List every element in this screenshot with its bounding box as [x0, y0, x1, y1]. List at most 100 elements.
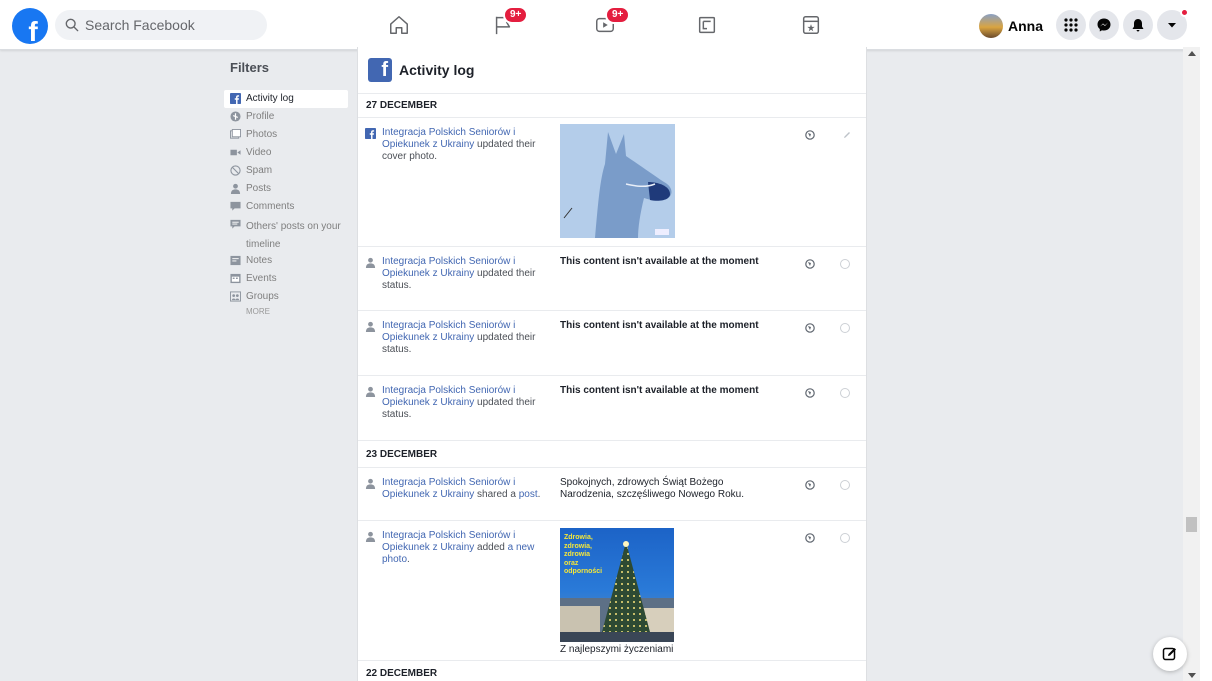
filter-label: Notes [246, 255, 273, 266]
photo-caption: Z najlepszymi życzeniami [560, 644, 674, 655]
activity-description: Integracja Polskich Seniorów i Opiekunek… [382, 477, 552, 501]
activity-content: This content isn't available at the mome… [560, 320, 759, 331]
filters-more-link[interactable]: MORE [246, 307, 348, 316]
globe-icon[interactable] [805, 533, 815, 543]
filter-profile[interactable]: Profile [224, 108, 348, 126]
activity-description: Integracja Polskich Seniorów i Opiekunek… [382, 385, 552, 421]
search-box[interactable] [55, 10, 267, 40]
watch-tab[interactable]: 9+ [589, 6, 631, 40]
new-message-button[interactable] [1153, 637, 1187, 671]
filter-photos[interactable]: Photos [224, 126, 348, 144]
activity-content: This content isn't available at the mome… [560, 256, 759, 267]
list-item: Integracja Polskich Seniorów i Opiekunek… [358, 376, 866, 441]
filter-label: Video [246, 147, 272, 158]
filter-label: Activity log [246, 93, 294, 104]
notifications-button[interactable] [1123, 10, 1153, 40]
photos-icon [230, 129, 241, 139]
chevron-down-icon [1168, 23, 1176, 28]
action-text: shared a [477, 489, 516, 500]
list-item: Integracja Polskich Seniorów i Opiekunek… [358, 118, 866, 247]
globe-icon[interactable] [805, 259, 815, 269]
action-end: . [537, 489, 541, 500]
facebook-logo[interactable]: f [12, 8, 48, 44]
select-radio[interactable] [840, 259, 850, 269]
window-scrollbar[interactable] [1200, 0, 1212, 681]
notification-dot [1180, 8, 1189, 17]
user-icon [365, 321, 376, 332]
page-scrollbar[interactable] [1183, 47, 1200, 681]
gaming-icon [802, 16, 820, 34]
filter-label: Posts [246, 183, 272, 194]
menu-button[interactable] [1056, 10, 1086, 40]
search-input[interactable] [85, 17, 255, 33]
date-header: 22 DECEMBER [358, 661, 866, 681]
globe-icon[interactable] [805, 323, 815, 333]
filter-posts[interactable]: Posts [224, 180, 348, 198]
list-item: Integracja Polskich Seniorów i Opiekunek… [358, 311, 866, 376]
filter-comments[interactable]: Comments [224, 198, 348, 216]
filter-video[interactable]: Video [224, 144, 348, 162]
christmas-tree-photo[interactable]: Zdrowia, zdrowia, zdrowia oraz odpornośc… [560, 528, 674, 642]
filter-label: Events [246, 273, 277, 284]
scroll-thumb[interactable] [1186, 517, 1197, 532]
select-radio[interactable] [840, 533, 850, 543]
video-icon [230, 149, 241, 156]
filter-label: Photos [246, 129, 278, 140]
profile-icon [230, 111, 241, 122]
spam-icon [230, 165, 241, 176]
watch-badge: 9+ [605, 6, 631, 24]
page-title: Activity log [399, 62, 475, 78]
filter-spam[interactable]: Spam [224, 162, 348, 180]
groups-icon [230, 291, 241, 302]
filter-activity-log[interactable]: Activity log [224, 90, 348, 108]
date-header: 27 DECEMBER [358, 94, 866, 118]
notes-icon [230, 255, 241, 266]
activity-content: This content isn't available at the mome… [560, 385, 759, 396]
filter-others-posts[interactable]: Others' posts on your timeline [224, 216, 348, 252]
posts-icon [230, 183, 241, 194]
select-radio[interactable] [840, 388, 850, 398]
home-icon [390, 16, 408, 34]
pages-tab[interactable]: 9+ [487, 6, 529, 40]
select-radio[interactable] [840, 323, 850, 333]
action-text: added [477, 542, 505, 553]
filter-notes[interactable]: Notes [224, 252, 348, 270]
profile-shortcut[interactable]: Anna [979, 12, 1043, 40]
post-link[interactable]: post [519, 489, 538, 500]
globe-icon[interactable] [805, 130, 815, 140]
globe-icon[interactable] [805, 388, 815, 398]
activity-description: Integracja Polskich Seniorów i Opiekunek… [382, 127, 552, 163]
filter-events[interactable]: Events [224, 270, 348, 288]
pencil-icon[interactable] [842, 130, 852, 140]
filter-label: Comments [246, 201, 295, 212]
pages-badge: 9+ [503, 6, 529, 24]
activity-log-panel: f Activity log 27 DECEMBER Integracja Po… [357, 47, 867, 681]
activity-log-header: f Activity log [358, 47, 866, 94]
facebook-icon: f [368, 58, 392, 82]
messenger-button[interactable] [1089, 10, 1119, 40]
search-icon [65, 18, 79, 32]
marketplace-tab[interactable] [691, 10, 723, 40]
dog-statue-image [560, 124, 675, 238]
user-icon [365, 257, 376, 268]
home-tab[interactable] [383, 10, 415, 40]
scroll-up-arrow[interactable] [1188, 51, 1196, 56]
action-end: . [407, 554, 410, 565]
facebook-icon [365, 128, 376, 139]
activity-description: Integracja Polskich Seniorów i Opiekunek… [382, 256, 552, 292]
top-navigation-bar: f 9+ 9+ Anna [0, 0, 1212, 50]
compose-icon [1162, 647, 1176, 661]
others-posts-icon [230, 219, 241, 229]
activity-content: Zdrowia, zdrowia, zdrowia oraz odpornośc… [560, 528, 770, 656]
account-button[interactable] [1157, 8, 1189, 40]
cover-photo-thumbnail[interactable] [560, 124, 675, 238]
select-radio[interactable] [840, 480, 850, 490]
filter-groups[interactable]: Groups [224, 288, 348, 306]
list-item: Integracja Polskich Seniorów i Opiekunek… [358, 247, 866, 311]
photo-overlay-text: Zdrowia, zdrowia, zdrowia oraz odpornośc… [564, 534, 603, 575]
scroll-down-arrow[interactable] [1188, 673, 1196, 678]
filters-title: Filters [230, 60, 270, 75]
globe-icon[interactable] [805, 480, 815, 490]
marketplace-icon [698, 16, 716, 34]
gaming-tab[interactable] [795, 10, 827, 40]
